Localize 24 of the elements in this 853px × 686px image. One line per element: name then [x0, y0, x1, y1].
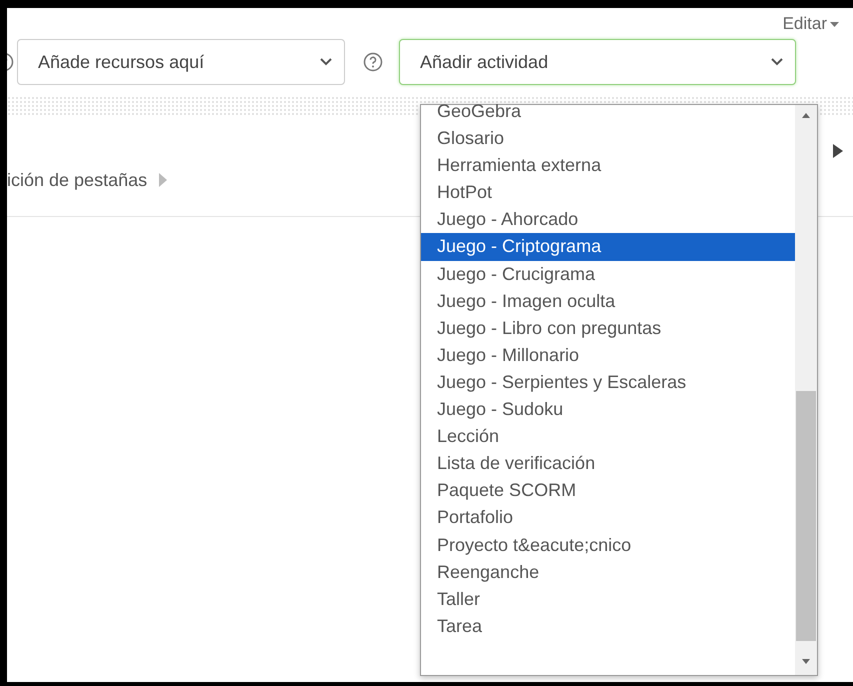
- dropdown-option[interactable]: Juego - Crucigrama: [421, 260, 795, 288]
- dropdown-option[interactable]: Juego - Sudoku: [421, 396, 795, 424]
- dropdown-option[interactable]: Juego - Criptograma: [421, 233, 795, 261]
- edit-menu[interactable]: Editar: [782, 14, 839, 34]
- dropdown-option[interactable]: Juego - Imagen oculta: [421, 288, 795, 315]
- dropdown-option[interactable]: Lista de verificación: [421, 450, 795, 478]
- dropdown-option[interactable]: Lección: [421, 423, 795, 450]
- activity-select[interactable]: Añadir actividad: [399, 39, 796, 85]
- resource-select[interactable]: Añade recursos aquí: [17, 39, 345, 85]
- dropdown-option[interactable]: Tarea: [421, 612, 795, 640]
- dropdown-option[interactable]: Reenganche: [421, 558, 795, 586]
- dropdown-option[interactable]: Herramienta externa: [421, 152, 795, 180]
- dropdown-option[interactable]: Juego - Libro con preguntas: [421, 314, 795, 342]
- dropdown-option[interactable]: Glosario: [421, 125, 795, 152]
- dropdown-option[interactable]: Proyecto t&eacute;cnico: [421, 532, 795, 559]
- dropdown-option[interactable]: HotPot: [421, 179, 795, 206]
- dropdown-option[interactable]: Portafolio: [421, 504, 795, 532]
- dropdown-option[interactable]: GeoGebra: [421, 98, 795, 126]
- dropdown-option[interactable]: Paquete SCORM: [421, 477, 795, 504]
- dropdown-option[interactable]: Taller: [421, 586, 795, 613]
- dropdown-option[interactable]: Juego - Serpientes y Escaleras: [421, 368, 795, 396]
- dropdown-option[interactable]: Juego - Millonario: [421, 342, 795, 369]
- section-link[interactable]: ición de pestañas: [7, 170, 168, 190]
- dropdown-option[interactable]: Juego - Ahorcado: [421, 206, 795, 234]
